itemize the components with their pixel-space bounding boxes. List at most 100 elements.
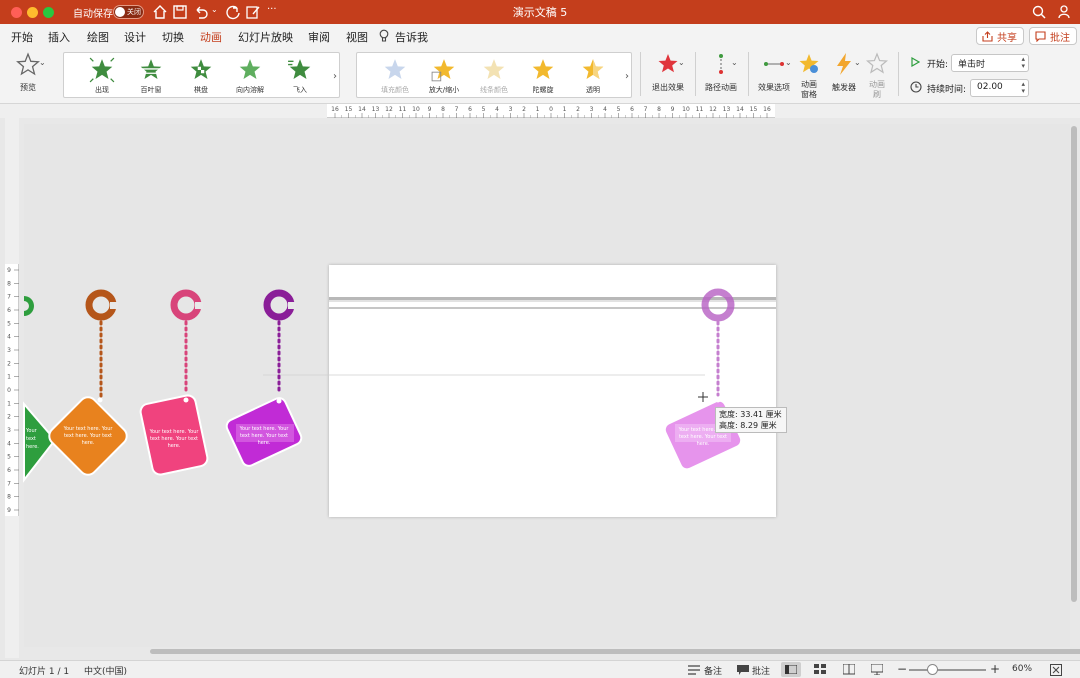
horizontal-scroll-thumb[interactable] [150, 649, 1080, 654]
normal-view-button[interactable] [781, 662, 801, 677]
tab-home[interactable]: 开始 [11, 29, 33, 45]
effect-options-button[interactable]: ⌄ 效果选项 [753, 52, 795, 98]
notes-icon [688, 665, 700, 675]
slide-sorter-icon[interactable] [814, 664, 826, 675]
horizontal-scrollbar[interactable] [24, 648, 1080, 656]
ribbon-divider [748, 52, 749, 96]
effect-line-color[interactable]: 线条颜色 [471, 57, 517, 95]
tab-transitions[interactable]: 切换 [162, 29, 184, 45]
tab-view[interactable]: 视图 [346, 29, 368, 45]
ruler-label: 8 [657, 106, 661, 113]
emphasis-effects-gallery: 填充颜色 放大/缩小 线条颜色 陀螺旋 透明 › [356, 52, 632, 98]
ruler-label: 4 [7, 440, 11, 447]
search-icon[interactable] [1031, 4, 1047, 20]
effect-grow-shrink[interactable]: 放大/缩小 [421, 57, 467, 95]
effect-fly-in[interactable]: 飞入 [277, 57, 323, 95]
tab-design[interactable]: 设计 [124, 29, 146, 45]
status-bar: 幻灯片 1 / 1 中文(中国) 备注 批注 − + 60% [0, 660, 1080, 678]
tab-review[interactable]: 审阅 [308, 29, 330, 45]
tab-slideshow[interactable]: 幻灯片放映 [238, 29, 293, 45]
effect-checkerboard[interactable]: 棋盘 [178, 57, 224, 95]
comments-status-button[interactable]: 批注 [752, 664, 770, 677]
normal-view-icon [785, 665, 797, 674]
preview-button[interactable]: 预览 ⌄ [10, 52, 46, 98]
comments-label: 批注 [1050, 33, 1070, 44]
start-select[interactable]: 单击时 ▴ ▾ [951, 54, 1029, 72]
entrance-gallery-more-icon[interactable]: › [333, 71, 337, 82]
select-chevron-icon: ▴ ▾ [1021, 55, 1025, 70]
horizontal-ruler[interactable]: 16 15 14 13 12 11 10 9 8 7 6 5 4 3 2 1 0 1 2 3 4 5 6 7 8 9 10 11 12 1… [327, 104, 775, 118]
ruler-label: 9 [7, 507, 11, 514]
effect-transparency[interactable]: 透明 [570, 57, 616, 95]
tab-insert[interactable]: 插入 [48, 29, 70, 45]
trigger-label: 触发器 [832, 83, 856, 92]
tab-draw[interactable]: 绘图 [87, 29, 109, 45]
fit-to-window-icon[interactable] [1050, 664, 1062, 676]
account-icon[interactable] [1057, 4, 1073, 20]
comment-icon [1035, 31, 1046, 42]
reading-view-icon[interactable] [843, 664, 855, 675]
notes-button[interactable]: 备注 [704, 664, 722, 677]
ruler-label: 8 [441, 106, 445, 113]
preview-dropdown-icon[interactable]: ⌄ [39, 58, 46, 67]
trigger-button[interactable]: ⌄ 触发器 [828, 52, 861, 98]
zoom-in-button[interactable]: + [990, 662, 1000, 676]
vertical-ruler[interactable]: 9 8 7 6 5 4 3 2 1 0 1 2 3 4 5 6 7 8 9 [5, 264, 19, 516]
comments-status-icon [737, 665, 749, 675]
ruler-label: 16 [331, 106, 339, 113]
ruler-label: 3 [590, 106, 594, 113]
tab-animations[interactable]: 动画 [200, 29, 222, 50]
fly-in-star-icon [288, 59, 311, 79]
appear-label: 出现 [95, 86, 109, 94]
duration-stepper[interactable]: ▴ ▾ [1021, 81, 1025, 95]
effect-dissolve-in[interactable]: 向内溶解 [227, 57, 273, 95]
ruler-label: 15 [750, 106, 758, 113]
exit-star-icon [658, 54, 678, 73]
path-dropdown-icon: ⌄ [731, 58, 738, 67]
ruler-label: 7 [7, 294, 11, 301]
zoom-slider-track[interactable] [909, 669, 986, 671]
ruler-label: 8 [7, 280, 11, 287]
ruler-label: 0 [7, 387, 11, 394]
height-readout: 高度: 8.29 厘米 [719, 421, 777, 430]
slide-1[interactable] [329, 265, 776, 517]
ruler-label: 5 [7, 320, 11, 327]
effect-appear[interactable]: 出现 [79, 57, 125, 95]
ruler-label: 11 [399, 106, 407, 113]
animation-painter-button[interactable]: 动画 刷 [864, 52, 890, 102]
entrance-effects-gallery: 出现 百叶窗 棋盘 向内溶解 飞入 › [63, 52, 340, 98]
transparency-label: 透明 [586, 86, 600, 94]
exit-effects-button[interactable]: ⌄ 退出效果 [646, 52, 690, 98]
emphasis-gallery-more-icon[interactable]: › [625, 71, 629, 82]
motion-path-button[interactable]: ⌄ 路径动画 [701, 52, 741, 98]
share-button[interactable]: 共享 [976, 27, 1024, 45]
ruler-label: 9 [428, 106, 432, 113]
vertical-scrollbar[interactable] [1070, 124, 1078, 604]
fly-in-label: 飞入 [293, 86, 307, 94]
ruler-label: 6 [630, 106, 634, 113]
ruler-label: 7 [455, 106, 459, 113]
slideshow-icon[interactable] [871, 664, 883, 675]
duration-input[interactable]: 02.00 ▴ ▾ [970, 79, 1029, 97]
zoom-out-button[interactable]: − [897, 662, 907, 676]
animation-pane-button[interactable]: 动画 窗格 [796, 52, 822, 102]
dissolve-label: 向内溶解 [236, 86, 264, 94]
ruler-label: 7 [644, 106, 648, 113]
language-indicator[interactable]: 中文(中国) [84, 664, 127, 677]
ruler-label: 11 [696, 106, 704, 113]
comments-button[interactable]: 批注 [1029, 27, 1077, 45]
width-readout: 宽度: 33.41 厘米 [719, 410, 782, 419]
zoom-slider-handle[interactable] [927, 664, 938, 675]
exit-dropdown-icon: ⌄ [678, 58, 685, 67]
animations-ribbon: 预览 ⌄ 出现 百叶窗 棋盘 向内溶解 飞入 › 填充颜色 放大/缩小 线条颜色… [0, 48, 1080, 104]
preview-star-icon [16, 52, 40, 76]
effect-blinds[interactable]: 百叶窗 [128, 57, 174, 95]
effect-spin[interactable]: 陀螺旋 [520, 57, 566, 95]
vertical-scroll-thumb[interactable] [1071, 126, 1077, 602]
zoom-level[interactable]: 60% [1012, 664, 1032, 674]
ruler-label: 16 [763, 106, 771, 113]
ruler-label: 5 [617, 106, 621, 113]
tab-tell-me[interactable]: 告诉我 [395, 29, 428, 45]
ruler-label: 1 [536, 106, 540, 113]
effect-fill-color[interactable]: 填充颜色 [372, 57, 418, 95]
